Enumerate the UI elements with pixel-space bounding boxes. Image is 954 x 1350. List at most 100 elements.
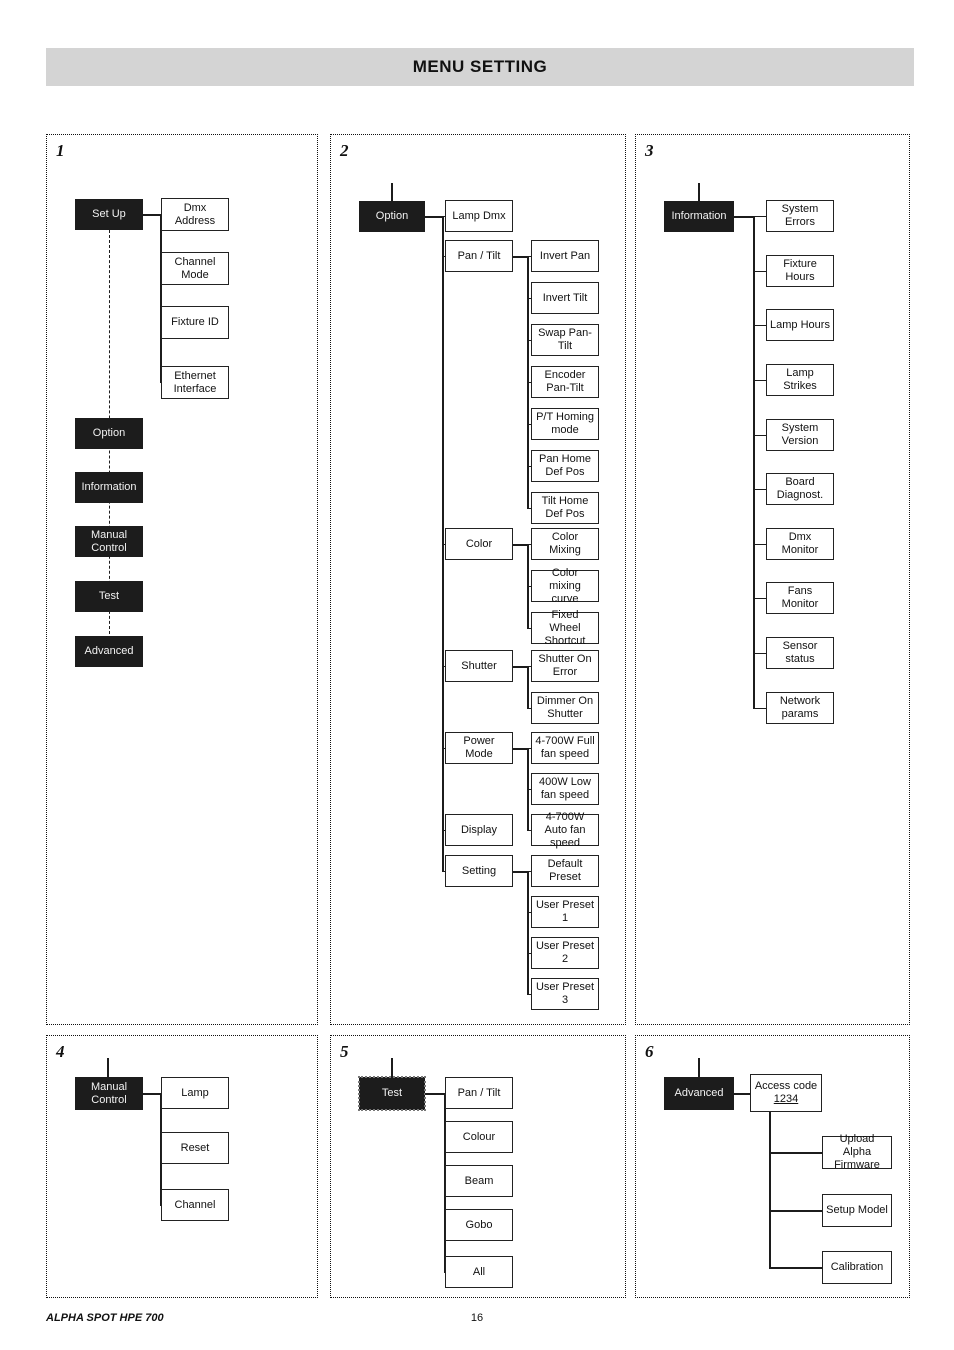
panel-4-number: 4 xyxy=(56,1042,65,1061)
node-test-beam[interactable]: Beam xyxy=(445,1165,513,1197)
node-color[interactable]: Color xyxy=(445,528,513,560)
connector-pantilt-stub xyxy=(513,256,528,258)
node-set-up[interactable]: Set Up xyxy=(75,199,143,230)
node-fixture-hours[interactable]: Fixture Hours xyxy=(766,255,834,287)
node-test-root-label: Test xyxy=(381,1087,403,1099)
node-invert-pan[interactable]: Invert Pan xyxy=(531,240,599,272)
node-pt-homing-mode[interactable]: P/T Homing mode xyxy=(531,408,599,440)
node-information-root[interactable]: Information xyxy=(664,201,734,232)
node-system-errors[interactable]: System Errors xyxy=(766,200,834,232)
node-access-code[interactable]: Access code 1234 xyxy=(750,1074,822,1112)
connector-adv-c1 xyxy=(769,1152,824,1154)
node-user-preset-2[interactable]: User Preset 2 xyxy=(531,937,599,969)
node-setting-label: Setting xyxy=(461,864,497,877)
node-shutter-on-error[interactable]: Shutter On Error xyxy=(531,650,599,682)
node-invert-pan-label: Invert Pan xyxy=(539,249,591,262)
node-test-all-label: All xyxy=(472,1265,486,1278)
connector-info-c9 xyxy=(753,653,767,654)
panel-1-number: 1 xyxy=(56,141,65,160)
node-color-mixing-label: Color Mixing xyxy=(549,531,581,556)
node-test-gobo-label: Gobo xyxy=(465,1218,493,1231)
node-test-root[interactable]: Test xyxy=(358,1076,426,1111)
node-encoder-pan-tilt[interactable]: Encoder Pan-Tilt xyxy=(531,366,599,398)
node-pan-tilt[interactable]: Pan / Tilt xyxy=(445,240,513,272)
node-sensor-status[interactable]: Sensor status xyxy=(766,637,834,669)
node-pan-home-def-pos[interactable]: Pan Home Def Pos xyxy=(531,450,599,482)
node-manual-control[interactable]: Manual Control xyxy=(75,526,143,557)
node-400w-low-fan-speed[interactable]: 400W Low fan speed xyxy=(531,773,599,805)
connector-option-inlet xyxy=(391,183,393,203)
node-power-mode[interactable]: Power Mode xyxy=(445,732,513,764)
node-user-preset-1-label: User Preset 1 xyxy=(535,899,595,924)
node-lamp-strikes[interactable]: Lamp Strikes xyxy=(766,364,834,396)
node-setting[interactable]: Setting xyxy=(445,855,513,887)
node-4-700w-full-fan-speed[interactable]: 4-700W Full fan speed xyxy=(531,732,599,764)
node-option-root-label: Option xyxy=(375,210,409,222)
node-4-700w-auto-fan-speed[interactable]: 4-700W Auto fan speed xyxy=(531,811,599,849)
node-manual-control-root[interactable]: Manual Control xyxy=(75,1077,143,1110)
node-information[interactable]: Information xyxy=(75,472,143,503)
node-user-preset-3[interactable]: User Preset 3 xyxy=(531,978,599,1010)
node-fixture-id[interactable]: Fixture ID xyxy=(161,306,229,339)
node-system-version[interactable]: System Version xyxy=(766,419,834,451)
node-display[interactable]: Display xyxy=(445,814,513,846)
node-dmx-address[interactable]: Dmx Address xyxy=(161,198,229,231)
node-test-colour[interactable]: Colour xyxy=(445,1121,513,1153)
node-advanced-root[interactable]: Advanced xyxy=(664,1077,734,1110)
node-lamp[interactable]: Lamp xyxy=(161,1077,229,1109)
connector-test-inlet xyxy=(391,1058,393,1078)
node-test-pan-tilt[interactable]: Pan / Tilt xyxy=(445,1077,513,1109)
node-setup-model[interactable]: Setup Model xyxy=(822,1194,892,1227)
node-dimmer-on-shutter-label: Dimmer On Shutter xyxy=(536,695,594,720)
connector-setting-stub xyxy=(513,871,528,873)
node-channel[interactable]: Channel xyxy=(161,1189,229,1221)
node-swap-pan-tilt[interactable]: Swap Pan-Tilt xyxy=(531,324,599,356)
node-system-errors-label: System Errors xyxy=(781,203,819,228)
node-upload-alpha-firmware[interactable]: Upload Alpha Firmware xyxy=(822,1133,892,1171)
node-user-preset-1[interactable]: User Preset 1 xyxy=(531,896,599,928)
node-dmx-monitor[interactable]: Dmx Monitor xyxy=(766,528,834,560)
node-encoder-pan-tilt-label: Encoder Pan-Tilt xyxy=(544,369,586,394)
node-test-colour-label: Colour xyxy=(462,1130,496,1143)
node-fixed-wheel-shortcut[interactable]: Fixed Wheel Shortcut xyxy=(531,609,599,647)
node-test-beam-label: Beam xyxy=(464,1174,494,1187)
node-board-diagnost[interactable]: Board Diagnost. xyxy=(766,473,834,505)
node-tilt-home-def-pos[interactable]: Tilt Home Def Pos xyxy=(531,492,599,524)
connector-info-c1 xyxy=(753,216,767,217)
node-ethernet-interface[interactable]: Ethernet Interface xyxy=(161,366,229,399)
node-default-preset[interactable]: Default Preset xyxy=(531,855,599,887)
node-manual-control-root-label: Manual Control xyxy=(90,1080,128,1106)
node-advanced[interactable]: Advanced xyxy=(75,636,143,667)
node-test[interactable]: Test xyxy=(75,581,143,612)
node-test-pan-tilt-label: Pan / Tilt xyxy=(457,1086,501,1099)
node-network-params[interactable]: Network params xyxy=(766,692,834,724)
node-default-preset-label: Default Preset xyxy=(547,858,583,883)
node-dimmer-on-shutter[interactable]: Dimmer On Shutter xyxy=(531,692,599,724)
connector-info-stub xyxy=(734,216,754,218)
node-shutter[interactable]: Shutter xyxy=(445,650,513,682)
node-reset[interactable]: Reset xyxy=(161,1132,229,1164)
node-color-mixing[interactable]: Color Mixing xyxy=(531,528,599,560)
node-access-code-label: Access code xyxy=(754,1080,818,1092)
node-calibration[interactable]: Calibration xyxy=(822,1251,892,1284)
node-fixed-wheel-shortcut-label: Fixed Wheel Shortcut xyxy=(544,608,586,647)
node-system-version-label: System Version xyxy=(781,422,819,447)
panel-5: 5 Test Pan / Tilt Colour Beam Gobo All xyxy=(330,1035,626,1298)
node-color-mixing-curve[interactable]: Color mixing curve xyxy=(531,567,599,605)
node-lamp-hours-label: Lamp Hours xyxy=(770,318,830,331)
node-lamp-dmx[interactable]: Lamp Dmx xyxy=(445,200,513,232)
node-test-all[interactable]: All xyxy=(445,1256,513,1288)
connector-info-c7 xyxy=(753,544,767,545)
node-option[interactable]: Option xyxy=(75,418,143,449)
node-lamp-hours[interactable]: Lamp Hours xyxy=(766,309,834,341)
node-test-gobo[interactable]: Gobo xyxy=(445,1209,513,1241)
menu-setting-diagram-page: MENU SETTING 1 Set Up Dmx Address Channe… xyxy=(0,0,954,1350)
node-advanced-label: Advanced xyxy=(84,645,134,657)
node-option-root[interactable]: Option xyxy=(359,201,425,232)
node-invert-tilt-label: Invert Tilt xyxy=(542,291,588,304)
node-invert-tilt[interactable]: Invert Tilt xyxy=(531,282,599,314)
node-channel-mode[interactable]: Channel Mode xyxy=(161,252,229,285)
node-fixture-id-label: Fixture ID xyxy=(171,316,219,328)
node-fans-monitor[interactable]: Fans Monitor xyxy=(766,582,834,614)
node-tilt-home-def-pos-label: Tilt Home Def Pos xyxy=(541,495,589,520)
